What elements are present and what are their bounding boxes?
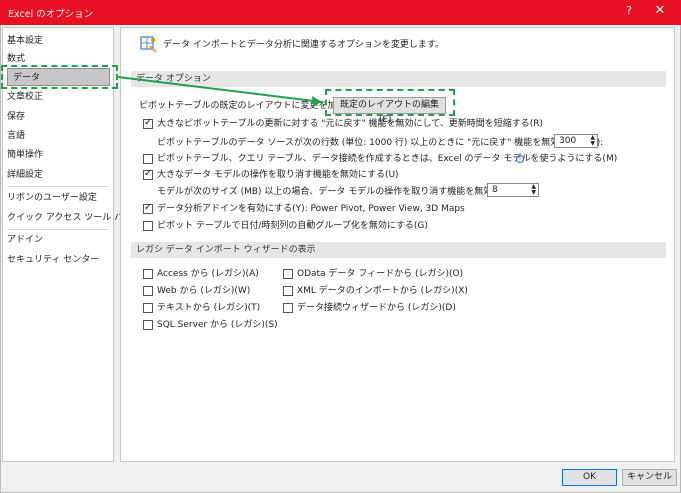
annotation-arrow: [117, 76, 323, 106]
